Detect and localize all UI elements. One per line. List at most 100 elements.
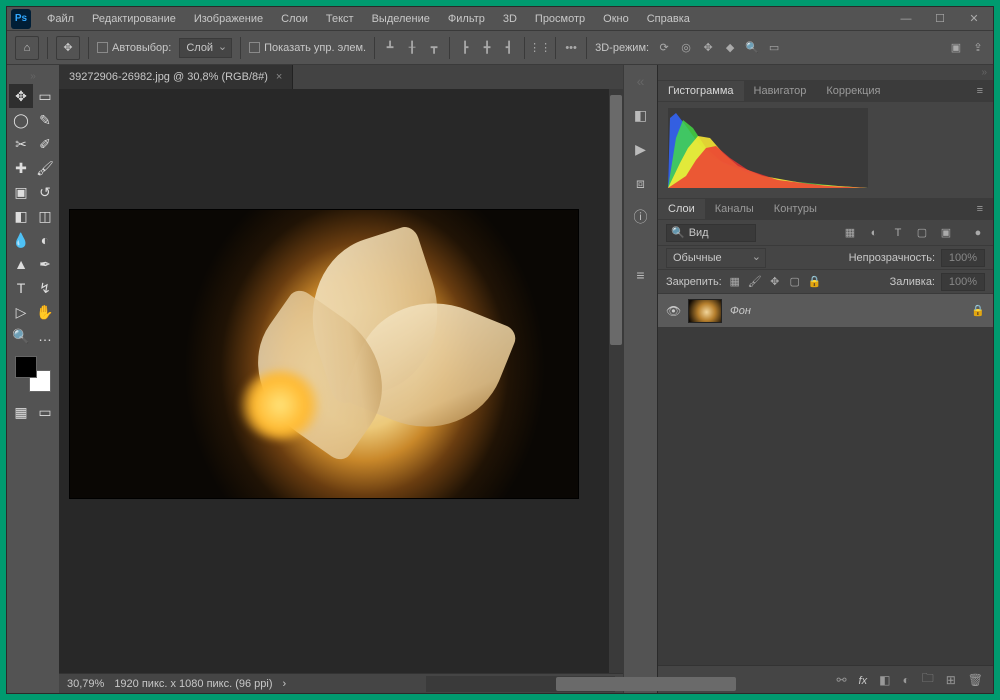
strip-play-icon[interactable]: ▶ [631,139,651,159]
direct-select-tool[interactable]: ▷ [9,300,33,324]
move-tool-icon[interactable]: ✥ [56,36,80,60]
shape-tool[interactable]: ▲ [9,252,33,276]
tab-correction[interactable]: Коррекция [816,81,890,101]
minimize-button[interactable]: ― [889,7,923,31]
close-button[interactable]: ✕ [957,7,991,31]
marquee-tool[interactable]: ▭ [33,84,57,108]
type-tool[interactable]: T [9,276,33,300]
layer-row[interactable]: 👁 Фон 🔒 [658,294,993,328]
lasso-tool[interactable]: ◯ [9,108,33,132]
more-tool[interactable]: … [33,324,57,348]
fg-color-swatch[interactable] [15,356,37,378]
distribute-icon[interactable]: ⋮⋮ [533,41,547,55]
adjustment-layer-icon[interactable]: ◐ [902,673,909,687]
filter-adjustment-icon[interactable]: ◐ [867,226,881,240]
align-top-icon[interactable]: ┻ [383,41,397,55]
layer-mask-icon[interactable]: ◧ [879,673,890,687]
move-tool[interactable]: ✥ [9,84,33,108]
stamp-tool[interactable]: ▣ [9,180,33,204]
layer-fx-icon[interactable]: fx [859,673,868,687]
menu-edit[interactable]: Редактирование [84,10,184,28]
zoom-tool[interactable]: 🔍 [9,324,33,348]
3d-zoom-icon[interactable]: 🔍 [745,41,759,55]
align-left-icon[interactable]: ┣ [458,41,472,55]
color-swatches[interactable] [13,354,53,394]
strip-adjustment-icon[interactable]: ◧ [631,105,651,125]
pen-tool[interactable]: ✒ [33,252,57,276]
dodge-tool[interactable]: ◐ [33,228,57,252]
layer-filter-dropdown[interactable]: 🔍 Вид [666,224,756,242]
menu-image[interactable]: Изображение [186,10,271,28]
lock-pixels-icon[interactable]: ▦ [728,275,742,289]
maximize-button[interactable]: ☐ [923,7,957,31]
fill-field[interactable]: 100% [941,273,985,291]
menu-text[interactable]: Текст [318,10,362,28]
strip-layers-icon[interactable]: ≡ [631,265,651,285]
align-right-icon[interactable]: ┫ [502,41,516,55]
home-icon[interactable]: ⌂ [15,36,39,60]
filter-type-icon[interactable]: T [891,226,905,240]
zoom-field[interactable]: 30,79% [67,678,104,690]
canvas[interactable] [69,209,579,499]
brush-tool[interactable]: 🖌 [33,156,57,180]
menu-layers[interactable]: Слои [273,10,316,28]
layer-lock-icon[interactable]: 🔒 [971,304,985,317]
menu-window[interactable]: Окно [595,10,637,28]
menu-filter[interactable]: Фильтр [440,10,493,28]
blend-mode-dropdown[interactable]: Обычные [666,248,766,268]
tab-histogram[interactable]: Гистограмма [658,81,744,101]
document-tab[interactable]: 39272906-26982.jpg @ 30,8% (RGB/8#) × [59,65,293,89]
doc-dims[interactable]: 1920 пикс. x 1080 пикс. (96 ppi) [114,678,272,690]
filter-toggle-icon[interactable]: ● [971,226,985,240]
menu-help[interactable]: Справка [639,10,698,28]
hand-tool[interactable]: ✋ [33,300,57,324]
lock-all-icon[interactable]: 🔒 [808,275,822,289]
delete-layer-icon[interactable]: 🗑 [968,673,983,687]
tab-paths[interactable]: Контуры [764,199,827,219]
vertical-scrollbar[interactable] [609,89,623,673]
menu-select[interactable]: Выделение [364,10,438,28]
filter-shape-icon[interactable]: ▢ [915,226,929,240]
filter-smart-icon[interactable]: ▣ [939,226,953,240]
more-align-icon[interactable]: ••• [564,41,578,55]
blur-tool[interactable]: 💧 [9,228,33,252]
histogram-panel-menu-icon[interactable]: ≡ [967,81,993,101]
close-tab-icon[interactable]: × [276,71,282,83]
frame-icon[interactable]: ▣ [949,41,963,55]
strip-expand-icon[interactable]: « [631,71,651,91]
3d-roll-icon[interactable]: ◎ [679,41,693,55]
align-bottom-icon[interactable]: ┳ [427,41,441,55]
strip-3d-icon[interactable]: ⧈ [631,173,651,193]
3d-pan-icon[interactable]: ✥ [701,41,715,55]
group-icon[interactable]: 🗀 [922,669,934,690]
healing-tool[interactable]: ✚ [9,156,33,180]
crop-tool[interactable]: ✂ [9,132,33,156]
show-controls-check[interactable]: Показать упр. элем. [249,42,366,54]
horizontal-scrollbar[interactable] [426,676,615,692]
path-select-tool[interactable]: ↯ [33,276,57,300]
eraser-tool[interactable]: ◧ [9,204,33,228]
link-layers-icon[interactable]: ⚯ [836,673,846,687]
menu-3d[interactable]: 3D [495,10,525,28]
new-layer-icon[interactable]: ⊞ [946,673,956,687]
canvas-viewport[interactable] [59,89,609,673]
align-hcenter-icon[interactable]: ╋ [480,41,494,55]
layers-panel-menu-icon[interactable]: ≡ [967,199,993,219]
panels-collapse-icon[interactable]: » [658,65,993,80]
menu-view[interactable]: Просмотр [527,10,593,28]
layer-visibility-icon[interactable]: 👁 [666,304,680,318]
3d-slide-icon[interactable]: ◆ [723,41,737,55]
menu-file[interactable]: Файл [39,10,82,28]
lock-position-icon[interactable]: ✥ [768,275,782,289]
lock-brush-icon[interactable]: 🖌 [748,275,762,289]
share-icon[interactable]: ⇪ [971,41,985,55]
align-vcenter-icon[interactable]: ╂ [405,41,419,55]
3d-orbit-icon[interactable]: ⟳ [657,41,671,55]
gradient-tool[interactable]: ◫ [33,204,57,228]
status-arrow-icon[interactable]: › [283,678,287,690]
tab-layers[interactable]: Слои [658,199,705,219]
toolbox-handle[interactable]: » [28,69,38,84]
eyedropper-tool[interactable]: ✐ [33,132,57,156]
lock-artboard-icon[interactable]: ▢ [788,275,802,289]
layer-name[interactable]: Фон [730,305,751,317]
